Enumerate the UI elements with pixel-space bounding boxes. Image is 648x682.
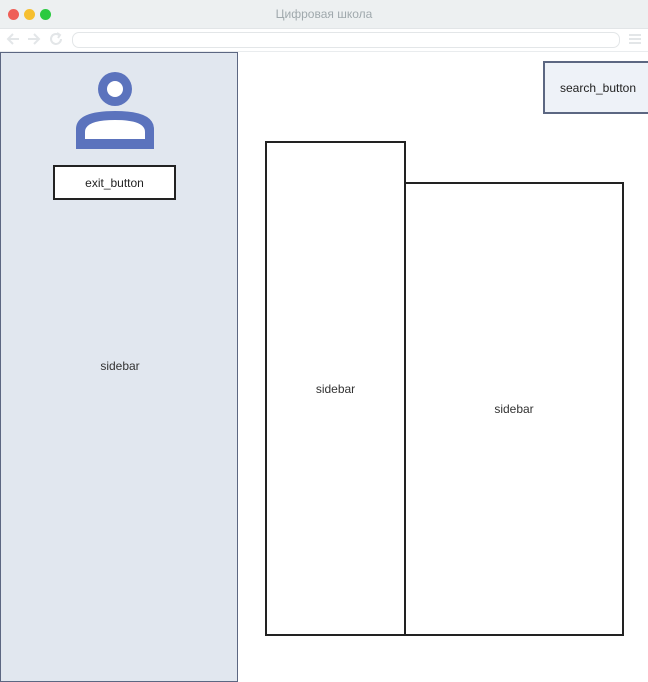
- forward-arrow-icon[interactable]: [26, 31, 42, 47]
- exit-button[interactable]: exit_button: [53, 165, 176, 200]
- sidebar: exit_button sidebar: [0, 52, 238, 682]
- user-avatar-icon[interactable]: [73, 69, 157, 153]
- menu-icon[interactable]: [627, 31, 643, 47]
- browser-toolbar: [0, 29, 648, 52]
- content-panel-a: sidebar: [265, 141, 406, 636]
- window-title: Цифровая школа: [275, 7, 373, 21]
- reload-icon[interactable]: [48, 31, 64, 47]
- address-bar[interactable]: [72, 32, 620, 48]
- panel-a-label: sidebar: [315, 381, 356, 396]
- search-button[interactable]: search_button: [543, 61, 648, 114]
- back-arrow-icon[interactable]: [5, 31, 21, 47]
- window-titlebar: Цифровая школа: [0, 0, 648, 29]
- sidebar-label: sidebar: [100, 359, 140, 373]
- panel-b-label: sidebar: [494, 402, 534, 416]
- content-panel-b: sidebar: [404, 182, 624, 636]
